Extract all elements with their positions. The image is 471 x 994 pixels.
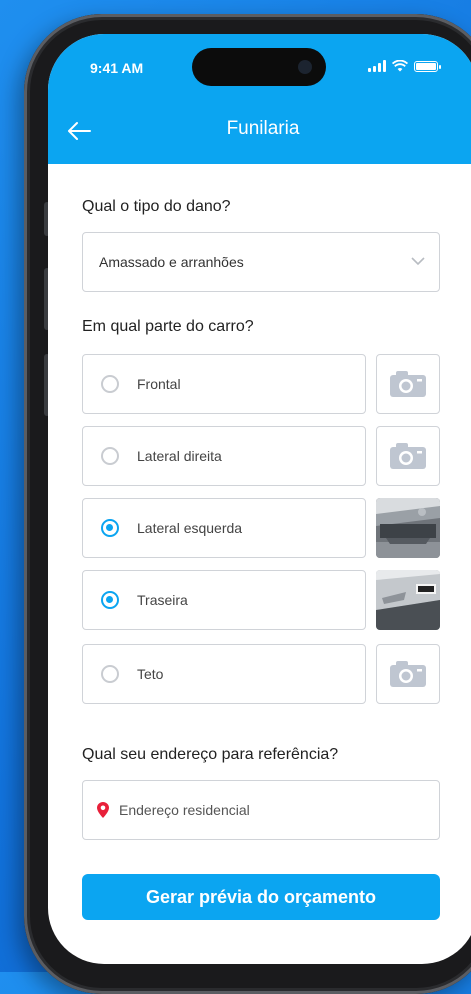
- car-side-photo-image: [376, 498, 440, 558]
- part-option-lateral-esquerda[interactable]: Lateral esquerda: [82, 498, 366, 558]
- status-time: 9:41 AM: [90, 60, 144, 76]
- dynamic-island: [192, 48, 326, 86]
- phone-screen: 9:41 AM Funilaria Qual o tipo do dano? A…: [48, 34, 471, 964]
- address-placeholder: Endereço residencial: [119, 802, 250, 818]
- header-bar: 9:41 AM Funilaria: [48, 34, 471, 164]
- parts-question: Em qual parte do carro?: [82, 318, 254, 335]
- part-label: Lateral direita: [137, 448, 222, 464]
- add-photo-button[interactable]: [376, 354, 440, 414]
- part-option-traseira[interactable]: Traseira: [82, 570, 366, 630]
- radio-button-selected[interactable]: [101, 519, 119, 537]
- part-label: Lateral esquerda: [137, 520, 243, 536]
- car-rear-photo-image: [376, 570, 440, 630]
- add-photo-button[interactable]: [376, 426, 440, 486]
- chevron-down-icon: [411, 257, 425, 266]
- part-option-lateral-direita[interactable]: Lateral direita: [82, 426, 366, 486]
- address-input[interactable]: Endereço residencial: [82, 780, 440, 840]
- add-photo-button[interactable]: [376, 644, 440, 704]
- radio-button[interactable]: [101, 665, 119, 683]
- camera-icon: [390, 661, 426, 687]
- camera-icon: [390, 371, 426, 397]
- car-side-photo[interactable]: [376, 498, 440, 558]
- signal-icon: [368, 60, 386, 72]
- part-label: Traseira: [137, 592, 188, 608]
- radio-button[interactable]: [101, 375, 119, 393]
- part-option-frontal[interactable]: Frontal: [82, 354, 366, 414]
- camera-lens-icon: [298, 60, 312, 74]
- wifi-icon: [392, 60, 408, 72]
- part-label: Teto: [137, 666, 164, 682]
- system-icons: [368, 60, 441, 72]
- address-question: Qual seu endereço para referência?: [82, 746, 339, 763]
- damage-question: Qual o tipo do dano?: [82, 198, 231, 215]
- part-label: Frontal: [137, 376, 181, 392]
- generate-quote-button[interactable]: Gerar prévia do orçamento: [82, 874, 440, 920]
- radio-button-selected[interactable]: [101, 591, 119, 609]
- damage-type-value: Amassado e arranhões: [99, 254, 244, 270]
- camera-icon: [390, 443, 426, 469]
- part-option-teto[interactable]: Teto: [82, 644, 366, 704]
- page-title: Funilaria: [226, 118, 300, 139]
- location-pin-icon: [97, 802, 109, 818]
- radio-button[interactable]: [101, 447, 119, 465]
- car-rear-photo[interactable]: [376, 570, 440, 630]
- damage-type-select[interactable]: Amassado e arranhões: [82, 232, 440, 292]
- battery-icon: [414, 60, 441, 72]
